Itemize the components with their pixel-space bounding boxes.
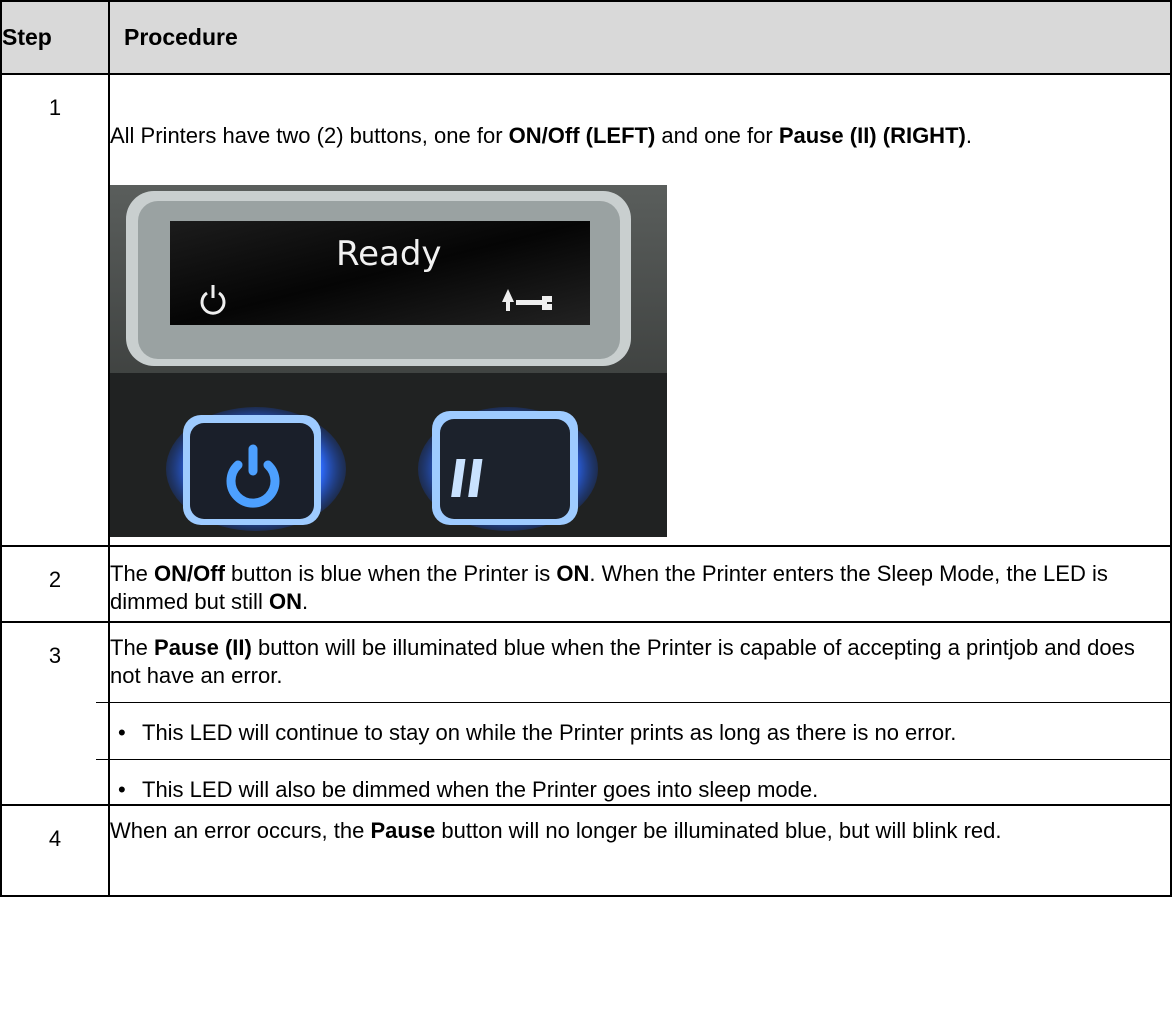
step-number: 3 (0, 621, 110, 806)
step-number: 4 (0, 804, 110, 897)
table-row: 2 The ON/Off button is blue when the Pri… (0, 545, 1172, 623)
procedure-cell: When an error occurs, the Pause button w… (108, 804, 1172, 897)
bullet-item: • This LED will continue to stay on while… (118, 720, 957, 745)
table-row: 4 When an error occurs, the Pause button… (0, 804, 1172, 897)
procedure-text: The Pause (II) button will be illuminate… (110, 635, 1135, 688)
power-button (183, 415, 321, 525)
procedure-text: When an error occurs, the Pause button w… (110, 818, 1002, 843)
divider (96, 702, 1172, 703)
procedure-column-header: Procedure (108, 0, 1172, 75)
table-row: 1 All Printers have two (2) buttons, one… (0, 73, 1172, 547)
procedure-text: All Printers have two (2) buttons, one f… (110, 123, 972, 148)
procedure-cell: The Pause (II) button will be illuminate… (96, 621, 1172, 806)
bullet-item: • This LED will also be dimmed when the P… (118, 777, 819, 802)
divider (96, 759, 1172, 760)
printer-panel-photo: Ready (110, 185, 667, 537)
pause-button (432, 411, 578, 525)
procedure-cell: All Printers have two (2) buttons, one f… (108, 73, 1172, 547)
bullet-icon: • (118, 777, 126, 802)
step-number: 1 (0, 73, 110, 547)
table-header-row: Step Procedure (0, 0, 1172, 75)
table-row: 3 The Pause (II) button will be illumina… (0, 621, 1172, 806)
procedure-cell: The ON/Off button is blue when the Print… (108, 545, 1172, 623)
bullet-icon: • (118, 720, 126, 745)
step-number: 2 (0, 545, 110, 623)
display-ready-text: Ready (336, 234, 442, 274)
procedure-table: Step Procedure 1 All Printers have two (… (0, 0, 1172, 897)
procedure-text: The ON/Off button is blue when the Print… (110, 561, 1108, 614)
step-column-header: Step (0, 0, 110, 75)
